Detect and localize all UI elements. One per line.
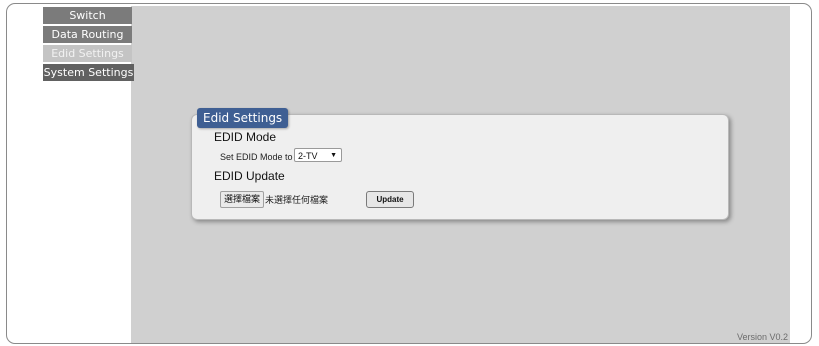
edid-mode-value: 2-TV xyxy=(298,151,318,161)
nav-data-routing[interactable]: Data Routing xyxy=(43,26,132,43)
set-mode-label: Set EDID Mode to xyxy=(220,152,293,162)
version-label: Version V0.2 xyxy=(736,332,788,342)
edid-mode-heading: EDID Mode xyxy=(214,130,277,144)
nav-system-settings[interactable]: System Settings xyxy=(43,64,134,81)
file-status-text: 未選擇任何檔案 xyxy=(265,195,329,205)
choose-file-button[interactable]: 選擇檔案 xyxy=(220,191,265,208)
dropdown-arrow-icon: ▼ xyxy=(330,152,337,159)
nav-edid-settings[interactable]: Edid Settings xyxy=(43,45,132,62)
edid-update-heading: EDID Update xyxy=(214,169,285,183)
panel-title: Edid Settings xyxy=(197,108,289,128)
update-button[interactable]: Update xyxy=(366,191,414,208)
nav-switch[interactable]: Switch xyxy=(43,7,132,24)
edid-mode-select[interactable]: 2-TV ▼ xyxy=(294,148,342,162)
